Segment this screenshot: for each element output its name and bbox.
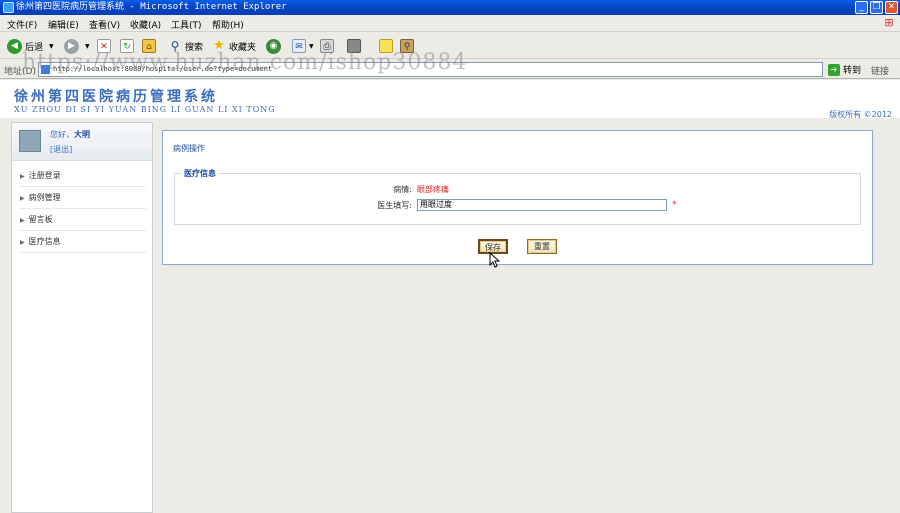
menu-favorites[interactable]: 收藏(A) bbox=[130, 18, 161, 31]
research-icon: ⚲ bbox=[400, 39, 414, 53]
greeting: 您好，大明 bbox=[50, 129, 90, 140]
home-icon: ⌂ bbox=[142, 39, 156, 53]
print-icon: ⎙ bbox=[320, 39, 334, 53]
print-button[interactable]: ⎙ bbox=[320, 37, 334, 55]
sidebar-item-medical-info[interactable]: ▶ 医疗信息 bbox=[20, 233, 146, 253]
sidebar-item-label: 留言板 bbox=[28, 215, 53, 224]
mouse-cursor-icon bbox=[489, 252, 500, 268]
links-button[interactable]: 链接 bbox=[871, 64, 889, 77]
note-icon bbox=[379, 39, 393, 53]
stop-icon: ✕ bbox=[97, 39, 111, 53]
stop-button[interactable]: ✕ bbox=[97, 37, 111, 55]
edit-icon bbox=[347, 39, 361, 53]
web-page: 徐州第四医院病历管理系统 XU ZHOU DI SI YI YUAN BING … bbox=[0, 80, 900, 513]
window-title: 徐州第四医院病历管理系统 - Microsoft Internet Explor… bbox=[16, 2, 287, 12]
chevron-right-icon: ▶ bbox=[20, 217, 25, 224]
media-icon: ◉ bbox=[266, 38, 281, 54]
reset-button[interactable]: 重置 bbox=[527, 239, 557, 254]
sidebar-item-case-management[interactable]: ▶ 病例管理 bbox=[20, 189, 146, 209]
section-title: 医疗信息 bbox=[181, 168, 219, 179]
forward-dropdown-icon: ▼ bbox=[85, 42, 90, 50]
favorites-label: 收藏夹 bbox=[229, 42, 257, 53]
go-button[interactable]: ➜ 转到 bbox=[828, 63, 861, 76]
address-label: 地址(D) bbox=[4, 67, 36, 77]
media-button[interactable]: ◉ bbox=[266, 37, 284, 55]
minimize-button[interactable]: _ bbox=[855, 1, 868, 14]
refresh-icon: ↻ bbox=[120, 39, 134, 53]
sidebar-item-label: 病例管理 bbox=[28, 193, 61, 202]
doctor-label: 医生填写: bbox=[377, 201, 412, 210]
menu-tools[interactable]: 工具(T) bbox=[171, 18, 202, 31]
go-label: 转到 bbox=[843, 66, 862, 76]
menu-bar: 文件(F) 编辑(E) 查看(V) 收藏(A) 工具(T) 帮助(H) bbox=[0, 15, 900, 32]
forward-button[interactable]: ▶ ▼ bbox=[64, 37, 90, 55]
favorites-button[interactable]: ★ 收藏夹 bbox=[212, 37, 256, 55]
greeting-prefix: 您好， bbox=[50, 130, 74, 139]
sidebar: 您好，大明 [退出] ▶ 注册登录 ▶ 病例管理 ▶ 留言板 ▶ 医疗信息 bbox=[11, 122, 153, 513]
research-button[interactable]: ⚲ bbox=[400, 37, 414, 55]
sidebar-item-label: 医疗信息 bbox=[28, 237, 61, 246]
back-arrow-icon: ◀ bbox=[7, 38, 22, 54]
search-icon: ⚲ bbox=[170, 39, 180, 53]
search-button[interactable]: ⚲ 搜索 bbox=[168, 37, 203, 55]
address-input[interactable]: http://localhost:8080/hospital/user.do?t… bbox=[38, 62, 823, 77]
star-icon: ★ bbox=[213, 38, 225, 53]
back-label: 后退 bbox=[25, 42, 44, 53]
close-button[interactable]: ✕ bbox=[885, 1, 898, 14]
site-title: 徐州第四医院病历管理系统 bbox=[14, 89, 218, 105]
toolbar: ◀ 后退 ▼ ▶ ▼ ✕ ↻ ⌂ ⚲ 搜索 ★ 收藏夹 ◉ ✉ ▼ ⎙ ⚲ bbox=[0, 33, 900, 59]
required-mark: * bbox=[672, 200, 677, 210]
main-panel: 病例操作 医疗信息 病情: 眼部疼痛 医生填写: 用眼过度 * 保存 重置 bbox=[162, 130, 873, 265]
chevron-right-icon: ▶ bbox=[20, 195, 25, 202]
windows-logo-icon: ⊞ bbox=[884, 16, 894, 29]
avatar bbox=[19, 130, 41, 152]
chevron-right-icon: ▶ bbox=[20, 173, 25, 180]
user-box: 您好，大明 [退出] bbox=[12, 123, 152, 161]
menu-edit[interactable]: 编辑(E) bbox=[48, 18, 79, 31]
sidebar-item-label: 注册登录 bbox=[28, 171, 61, 180]
user-name: 大明 bbox=[74, 130, 90, 139]
chevron-right-icon: ▶ bbox=[20, 239, 25, 246]
sidebar-item-message-board[interactable]: ▶ 留言板 bbox=[20, 211, 146, 231]
forward-arrow-icon: ▶ bbox=[64, 38, 79, 54]
medical-info-fieldset: 医疗信息 病情: 眼部疼痛 医生填写: 用眼过度 * bbox=[174, 168, 861, 225]
refresh-button[interactable]: ↻ bbox=[120, 37, 134, 55]
sidebar-item-register-login[interactable]: ▶ 注册登录 bbox=[20, 167, 146, 187]
back-dropdown-icon: ▼ bbox=[49, 42, 54, 50]
back-button[interactable]: ◀ 后退 ▼ bbox=[7, 37, 54, 55]
mail-icon: ✉ bbox=[292, 39, 306, 53]
page-icon bbox=[41, 65, 50, 74]
menu-file[interactable]: 文件(F) bbox=[7, 18, 37, 31]
home-button[interactable]: ⌂ bbox=[142, 37, 156, 55]
go-arrow-icon: ➜ bbox=[828, 63, 840, 76]
ie-icon bbox=[3, 2, 14, 13]
disease-label: 病情: bbox=[393, 185, 412, 194]
menu-view[interactable]: 查看(V) bbox=[89, 18, 120, 31]
address-url: http://localhost:8080/hospital/user.do?t… bbox=[53, 65, 273, 73]
maximize-button[interactable]: ❐ bbox=[870, 1, 883, 14]
logout-link[interactable]: [退出] bbox=[50, 144, 72, 155]
doctor-input[interactable]: 用眼过度 bbox=[417, 199, 667, 211]
search-label: 搜索 bbox=[185, 42, 204, 53]
site-header: 徐州第四医院病历管理系统 XU ZHOU DI SI YI YUAN BING … bbox=[0, 80, 900, 119]
mail-dropdown-icon: ▼ bbox=[309, 42, 314, 50]
edit-button[interactable] bbox=[347, 37, 361, 55]
window-titlebar: 徐州第四医院病历管理系统 - Microsoft Internet Explor… bbox=[0, 0, 900, 15]
menu-help[interactable]: 帮助(H) bbox=[212, 18, 244, 31]
breadcrumb: 病例操作 bbox=[173, 144, 205, 153]
copyright: 版权所有 ©2012 bbox=[829, 110, 892, 119]
address-bar: 地址(D) http://localhost:8080/hospital/use… bbox=[0, 60, 900, 79]
discuss-button[interactable] bbox=[379, 37, 393, 55]
site-subtitle: XU ZHOU DI SI YI YUAN BING LI GUAN LI XI… bbox=[14, 105, 276, 114]
mail-button[interactable]: ✉ ▼ bbox=[292, 37, 314, 55]
disease-value: 眼部疼痛 bbox=[417, 185, 449, 194]
